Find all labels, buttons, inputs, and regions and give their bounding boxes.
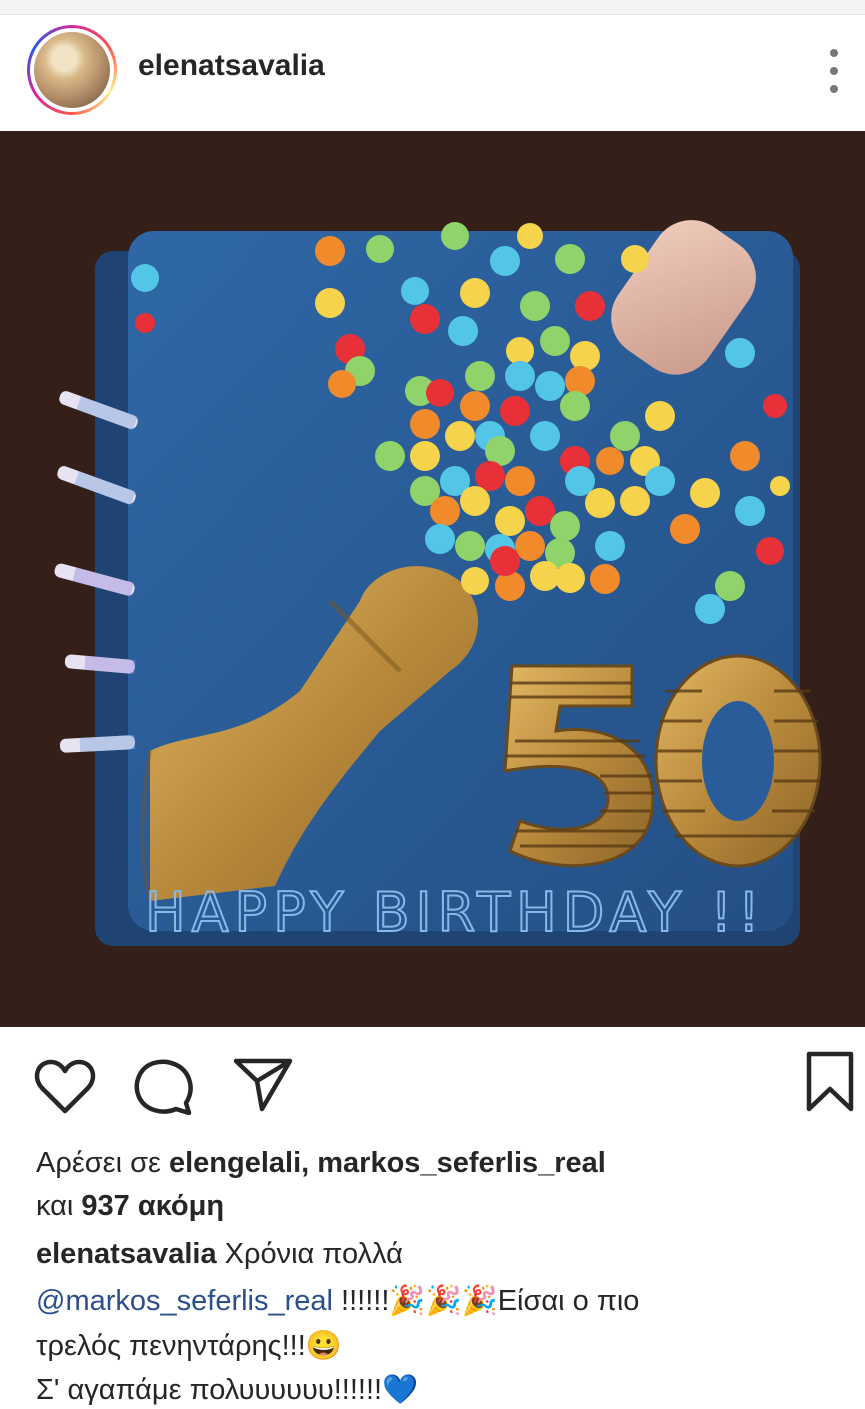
avatar-border <box>30 28 114 112</box>
caption-line-1: elenatsavalia Χρόνια πολλά <box>36 1236 403 1272</box>
comment-icon[interactable] <box>134 1059 194 1115</box>
likes-and: και <box>36 1190 82 1222</box>
caption-username[interactable]: elenatsavalia <box>36 1238 217 1270</box>
avatar-image <box>34 32 110 108</box>
caption-text-2: !!!!!!🎉🎉🎉Είσαι ο πιο <box>332 1285 640 1317</box>
likes-line-2: και 937 ακόμη <box>36 1188 224 1224</box>
post-header: elenatsavalia <box>0 15 865 131</box>
likes-users[interactable]: elengelali, markos_seferlis_real <box>169 1147 606 1179</box>
likes-count[interactable]: 937 ακόμη <box>81 1190 224 1222</box>
cake-inscription: HAPPY BIRTHDAY !! <box>145 881 766 944</box>
likes-line-1: Αρέσει σε elengelali, markos_seferlis_re… <box>36 1145 606 1181</box>
caption-mention[interactable]: @markos_seferlis_real <box>36 1285 333 1317</box>
post-username[interactable]: elenatsavalia <box>138 49 325 83</box>
more-options-icon[interactable] <box>822 41 846 101</box>
caption-text-1: Χρόνια πολλά <box>216 1238 403 1270</box>
caption-line-3: τρελός πενηντάρης!!!😀 <box>36 1330 342 1362</box>
caption-line-2: @markos_seferlis_real !!!!!!🎉🎉🎉Είσαι ο π… <box>36 1283 639 1319</box>
post-photo[interactable]: HAPPY BIRTHDAY !! <box>0 131 865 1027</box>
likes-prefix: Αρέσει σε <box>36 1147 169 1179</box>
bookmark-icon[interactable] <box>804 1051 856 1113</box>
send-icon[interactable] <box>232 1057 294 1113</box>
status-strip <box>0 0 865 15</box>
heart-icon[interactable] <box>34 1059 96 1115</box>
avatar[interactable] <box>27 25 117 115</box>
cake-photo: HAPPY BIRTHDAY !! <box>0 131 865 1027</box>
caption-line-4: Σ' αγαπάμε πολυυυυυυ!!!!!!💙 <box>36 1374 419 1406</box>
action-bar <box>0 1027 865 1137</box>
